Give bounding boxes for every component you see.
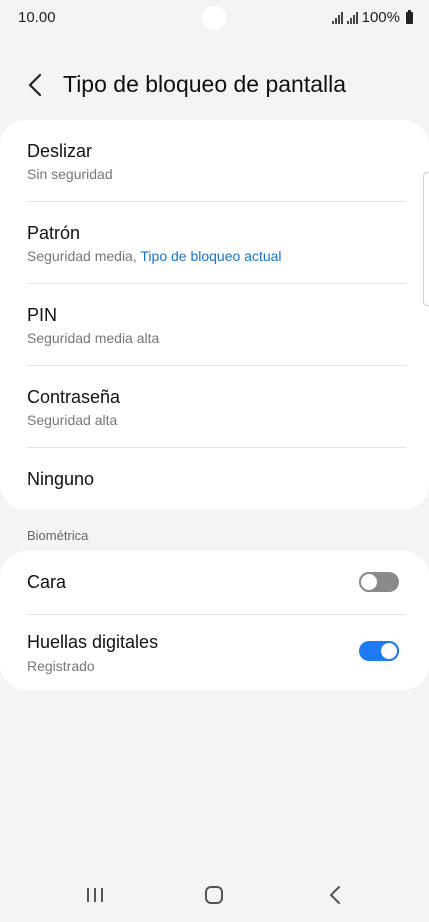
recents-button[interactable] [75, 880, 115, 910]
status-time: 10.00 [18, 9, 56, 26]
option-ninguno[interactable]: Ninguno [0, 448, 429, 510]
recents-icon [87, 888, 103, 902]
biometric-title: Huellas digitales [27, 632, 159, 652]
toggle-knob [379, 641, 399, 661]
signal-icon [331, 11, 343, 24]
lock-options-card: Deslizar Sin seguridad Patrón Seguridad … [0, 120, 429, 510]
option-subtitle: Seguridad media, Tipo de bloqueo actual [27, 248, 282, 264]
subtitle-text: Seguridad media, [27, 248, 137, 264]
option-patron[interactable]: Patrón Seguridad media, Tipo de bloqueo … [0, 202, 429, 284]
back-icon [330, 886, 340, 904]
option-pin[interactable]: PIN Seguridad media alta [0, 284, 429, 366]
option-title: Contraseña [27, 387, 121, 407]
scroll-handle[interactable] [423, 172, 429, 306]
biometrics-card: Cara Huellas digitales Registrado [0, 551, 429, 690]
option-subtitle: Seguridad media alta [27, 330, 160, 346]
home-button[interactable] [194, 880, 234, 910]
status-indicators: 100% [331, 9, 413, 26]
toggle-knob [359, 572, 379, 592]
option-title: Deslizar [27, 141, 93, 161]
option-contrasena[interactable]: Contraseña Seguridad alta [0, 366, 429, 448]
camera-cutout [202, 6, 226, 30]
option-subtitle: Sin seguridad [27, 166, 113, 182]
biometric-title: Cara [27, 572, 67, 592]
chevron-left-icon [28, 73, 42, 97]
face-toggle[interactable] [359, 572, 399, 592]
nav-back-button[interactable] [315, 880, 355, 910]
option-title: Ninguno [27, 469, 95, 489]
option-deslizar[interactable]: Deslizar Sin seguridad [0, 120, 429, 202]
current-lock-label: Tipo de bloqueo actual [140, 248, 282, 264]
section-label-biometrics: Biométrica [27, 528, 89, 543]
header: Tipo de bloqueo de pantalla [0, 60, 429, 110]
option-subtitle: Seguridad alta [27, 412, 118, 428]
biometric-subtitle: Registrado [27, 658, 95, 674]
navigation-bar [0, 866, 429, 922]
back-button[interactable] [20, 70, 50, 100]
page-title: Tipo de bloqueo de pantalla [63, 71, 347, 97]
option-title: Patrón [27, 223, 81, 243]
biometric-item-huellas[interactable]: Huellas digitales Registrado [0, 615, 429, 690]
biometric-item-cara[interactable]: Cara [0, 551, 429, 614]
battery-icon [406, 9, 413, 24]
signal-icon-2 [346, 11, 358, 24]
fingerprint-toggle[interactable] [359, 641, 399, 661]
status-bar: 10.00 100% [0, 0, 429, 36]
option-title: PIN [27, 305, 58, 325]
battery-percent: 100% [361, 9, 400, 26]
home-icon [205, 886, 223, 904]
